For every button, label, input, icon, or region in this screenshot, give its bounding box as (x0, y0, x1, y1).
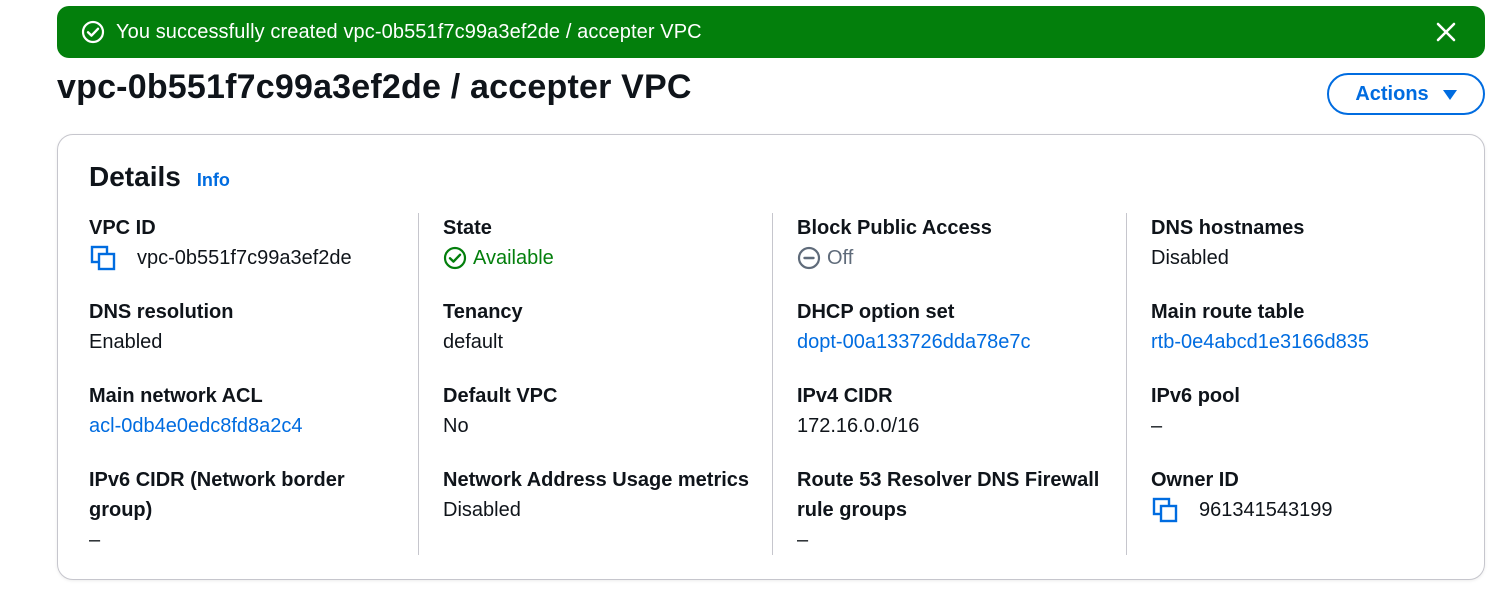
actions-button-label: Actions (1355, 82, 1429, 105)
flash-message: You successfully created vpc-0b551f7c99a… (116, 20, 702, 43)
field-label: IPv4 CIDR (797, 385, 893, 407)
field-value: – (797, 529, 809, 551)
field-label: Tenancy (443, 301, 523, 323)
field-label: Main network ACL (89, 385, 263, 407)
field-label: IPv6 pool (1151, 385, 1240, 407)
field-label: Default VPC (443, 385, 558, 407)
field-nau-metrics: Network Address Usage metrics Disabled (443, 465, 753, 525)
details-column-1: VPC ID vpc-0b551f7c99a3ef2de DNS resolut… (89, 213, 419, 579)
vpc-id-value: vpc-0b551f7c99a3ef2de (137, 247, 352, 269)
field-vpc-id: VPC ID vpc-0b551f7c99a3ef2de (89, 213, 399, 273)
owner-id-value: 961341543199 (1199, 499, 1333, 521)
field-dns-resolution: DNS resolution Enabled (89, 297, 399, 357)
main-route-table-link[interactable]: rtb-0e4abcd1e3166d835 (1151, 327, 1437, 357)
dhcp-option-set-link[interactable]: dopt-00a133726dda78e7c (797, 327, 1107, 357)
field-label: DHCP option set (797, 301, 955, 323)
success-check-icon (80, 19, 106, 45)
field-main-route-table: Main route table rtb-0e4abcd1e3166d835 (1151, 297, 1437, 357)
field-main-network-acl: Main network ACL acl-0db4e0edc8fd8a2c4 (89, 381, 399, 441)
field-route53-firewall: Route 53 Resolver DNS Firewall rule grou… (797, 465, 1107, 555)
field-label: Network Address Usage metrics (443, 469, 750, 491)
details-grid: VPC ID vpc-0b551f7c99a3ef2de DNS resolut… (89, 213, 1457, 579)
field-value: 961341543199 (1151, 495, 1437, 525)
info-link[interactable]: Info (197, 170, 230, 191)
field-dhcp-option-set: DHCP option set dopt-00a133726dda78e7c (797, 297, 1107, 357)
details-column-2: State Available Tenancy default Default … (419, 213, 773, 579)
caret-down-icon (1442, 90, 1457, 100)
field-label: DNS resolution (89, 301, 234, 323)
field-owner-id: Owner ID 961341543199 (1151, 465, 1437, 525)
close-icon[interactable] (1433, 19, 1459, 45)
check-circle-icon (443, 246, 467, 270)
field-tenancy: Tenancy default (443, 297, 753, 357)
field-label: IPv6 CIDR (Network border group) (89, 469, 345, 521)
field-value: Disabled (443, 499, 521, 521)
page-title: vpc-0b551f7c99a3ef2de / accepter VPC (57, 68, 692, 106)
actions-button[interactable]: Actions (1327, 73, 1485, 115)
field-label: State (443, 217, 492, 239)
field-ipv6-cidr: IPv6 CIDR (Network border group) – (89, 465, 399, 555)
field-label: DNS hostnames (1151, 217, 1305, 239)
field-label: Owner ID (1151, 469, 1239, 491)
field-value: default (443, 331, 504, 353)
field-block-public-access: Block Public Access Off (797, 213, 1107, 273)
main-network-acl-link[interactable]: acl-0db4e0edc8fd8a2c4 (89, 411, 399, 441)
details-panel: Details Info VPC ID vpc-0b551f7c99a3ef2d… (57, 134, 1485, 580)
field-value: Enabled (89, 331, 163, 353)
field-value: No (443, 415, 469, 437)
details-column-4: DNS hostnames Disabled Main route table … (1127, 213, 1457, 579)
minus-circle-icon (797, 246, 821, 270)
details-column-3: Block Public Access Off DHCP option set … (773, 213, 1127, 579)
block-public-access-value: Off (827, 247, 854, 269)
field-value: Off (797, 243, 1107, 273)
field-value: vpc-0b551f7c99a3ef2de (89, 243, 399, 273)
field-label: Block Public Access (797, 217, 992, 239)
copy-icon[interactable] (89, 244, 119, 272)
field-value: – (89, 529, 101, 551)
copy-icon[interactable] (1151, 496, 1181, 524)
details-header: Details Info (89, 161, 230, 193)
state-value: Available (473, 247, 554, 269)
field-label: Main route table (1151, 301, 1305, 323)
field-label: VPC ID (89, 217, 156, 239)
field-value: Disabled (1151, 247, 1229, 269)
field-state: State Available (443, 213, 753, 273)
field-value: Available (443, 243, 753, 273)
success-flash-banner: You successfully created vpc-0b551f7c99a… (57, 6, 1485, 58)
field-default-vpc: Default VPC No (443, 381, 753, 441)
field-value: – (1151, 415, 1163, 437)
field-value: 172.16.0.0/16 (797, 415, 920, 437)
details-title: Details (89, 161, 181, 192)
field-label: Route 53 Resolver DNS Firewall rule grou… (797, 469, 1100, 521)
field-ipv4-cidr: IPv4 CIDR 172.16.0.0/16 (797, 381, 1107, 441)
field-dns-hostnames: DNS hostnames Disabled (1151, 213, 1437, 273)
field-ipv6-pool: IPv6 pool – (1151, 381, 1437, 441)
